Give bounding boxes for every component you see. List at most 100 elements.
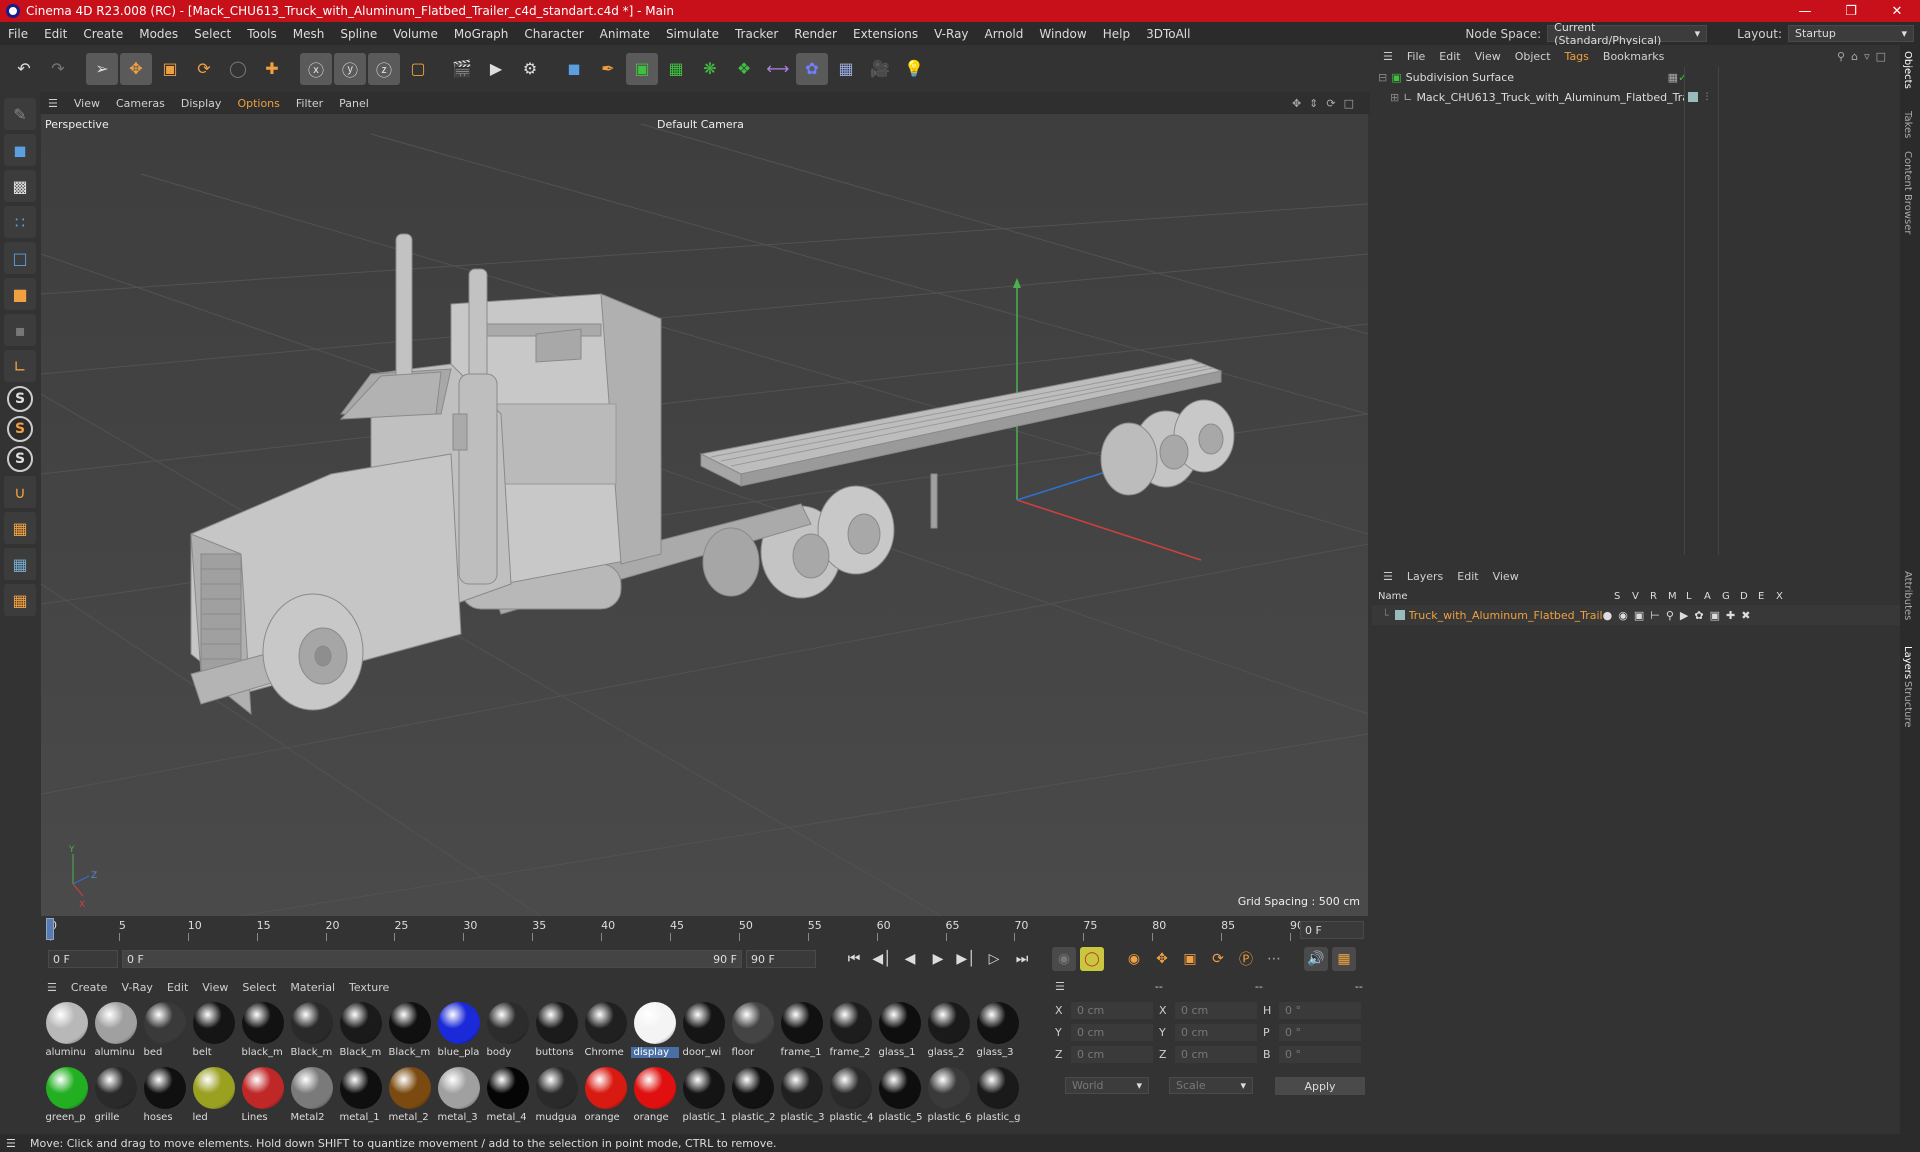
lock-toggle-icon[interactable]: ⚲ [1666, 609, 1680, 622]
dolly-view-icon[interactable]: ⇕ [1309, 97, 1326, 110]
material-swatch[interactable]: glass_2 [924, 1000, 973, 1065]
edges-mode-icon[interactable]: □ [4, 242, 36, 274]
coordinate-value-field[interactable]: 0 cm [1071, 1046, 1153, 1063]
recent-tool-icon[interactable]: ◯ [222, 53, 254, 85]
cloner-icon[interactable]: ❋ [694, 53, 726, 85]
x-axis-lock-icon[interactable]: ⓧ [300, 52, 332, 85]
menu-3dtoall[interactable]: 3DToAll [1138, 27, 1198, 41]
key-scale-icon[interactable]: ▣ [1178, 947, 1202, 971]
coordinate-value-field[interactable]: 0 ° [1279, 1024, 1361, 1041]
manager-toggle-icon[interactable]: ⊢ [1650, 609, 1666, 622]
side-tab[interactable]: Takes [1902, 111, 1913, 138]
material-swatch[interactable]: plastic_6 [924, 1065, 973, 1130]
points-mode-icon[interactable]: ∷ [4, 206, 36, 238]
material-menu-create[interactable]: Create [64, 981, 115, 994]
menu-modes[interactable]: Modes [131, 27, 186, 41]
material-menu-texture[interactable]: Texture [342, 981, 396, 994]
mograph-array-icon[interactable]: ❖ [728, 53, 760, 85]
object-menu-object[interactable]: Object [1508, 50, 1558, 63]
material-swatch[interactable]: blue_pla [434, 1000, 483, 1065]
previous-frame-icon[interactable]: ◀ [898, 947, 922, 971]
extrude-generator-icon[interactable]: ▦ [660, 53, 692, 85]
go-to-start-icon[interactable]: ⏮ [842, 947, 866, 971]
material-swatch[interactable]: hoses [140, 1065, 189, 1130]
field-icon[interactable]: ✿ [796, 52, 828, 85]
object-menu-bookmarks[interactable]: Bookmarks [1596, 50, 1671, 63]
material-swatch[interactable]: glass_1 [875, 1000, 924, 1065]
layer-column-header[interactable]: L [1686, 591, 1704, 602]
material-swatch[interactable]: plastic_g [973, 1065, 1022, 1130]
autokeying-icon[interactable]: ◯ [1080, 947, 1104, 971]
restore-icon[interactable]: ❐ [1828, 4, 1874, 19]
layer-name[interactable]: Truck_with_Aluminum_Flatbed_Trailer [1409, 609, 1603, 622]
menu-tracker[interactable]: Tracker [727, 27, 786, 41]
material-swatch[interactable]: display [630, 1000, 679, 1065]
viewport-menu-cameras[interactable]: Cameras [108, 97, 173, 110]
menu-tools[interactable]: Tools [239, 27, 285, 41]
coordinate-value-field[interactable]: 0 cm [1175, 1002, 1257, 1019]
expand-icon[interactable]: ⊟ [1378, 71, 1387, 84]
undo-icon[interactable]: ↶ [8, 53, 40, 85]
home-icon[interactable]: ⌂ [1851, 50, 1864, 63]
go-to-end-icon[interactable]: ⏭ [1010, 947, 1034, 971]
close-icon[interactable]: ✕ [1874, 4, 1920, 19]
material-swatch[interactable]: floor [728, 1000, 777, 1065]
layer-column-header[interactable]: S [1614, 591, 1632, 602]
material-swatch[interactable]: bed [140, 1000, 189, 1065]
current-frame-field[interactable]: 0 F [1300, 921, 1364, 939]
layer-menu-view[interactable]: View [1486, 570, 1526, 583]
select-cursor-icon[interactable]: ➢ [86, 52, 118, 85]
material-swatch[interactable]: plastic_4 [826, 1065, 875, 1130]
floor-icon[interactable]: ▦ [830, 53, 862, 85]
coordinate-value-field[interactable]: 0 ° [1279, 1046, 1361, 1063]
object-row-truck[interactable]: ⊞ ∟ Mack_CHU613_Truck_with_Aluminum_Flat… [1372, 87, 1900, 107]
grid-snap-icon[interactable]: ▦ [4, 548, 36, 580]
coordinate-value-field[interactable]: 0 cm [1071, 1002, 1153, 1019]
material-swatch[interactable]: plastic_1 [679, 1065, 728, 1130]
menu-select[interactable]: Select [186, 27, 239, 41]
viewport-menu-panel[interactable]: Panel [331, 97, 377, 110]
frame-range-slider[interactable]: 0 F 90 F [122, 950, 742, 968]
layer-menu-layers[interactable]: Layers [1400, 570, 1450, 583]
move-icon[interactable]: ✥ [120, 52, 152, 85]
layer-column-header[interactable]: Name [1378, 591, 1614, 602]
menu-edit[interactable]: Edit [36, 27, 75, 41]
model-mode-icon[interactable]: ◼ [4, 134, 36, 166]
hamburger-menu-icon[interactable]: ☰ [40, 981, 64, 994]
key-position-icon[interactable]: ✥ [1150, 947, 1174, 971]
keyframe-selection-icon[interactable]: ◉ [1122, 947, 1146, 971]
key-parameter-icon[interactable]: Ⓟ [1234, 947, 1258, 971]
material-swatch[interactable]: orange [581, 1065, 630, 1130]
object-menu-tags[interactable]: Tags [1558, 50, 1596, 63]
coordinate-system-icon[interactable]: ▢ [402, 53, 434, 85]
timeline-window-icon[interactable]: ▦ [1332, 947, 1356, 971]
material-swatch[interactable]: metal_4 [483, 1065, 532, 1130]
xref-toggle-icon[interactable]: ✖ [1741, 609, 1756, 622]
menu-simulate[interactable]: Simulate [658, 27, 727, 41]
material-swatch[interactable]: frame_1 [777, 1000, 826, 1065]
object-menu-view[interactable]: View [1468, 50, 1508, 63]
3d-viewport[interactable]: Y Z X Perspective Default Camera Grid Sp… [41, 114, 1368, 916]
material-swatch[interactable]: green_p [42, 1065, 91, 1130]
material-swatch[interactable]: door_wi [679, 1000, 728, 1065]
playhead[interactable] [46, 918, 54, 940]
hamburger-menu-icon[interactable]: ☰ [1376, 570, 1400, 583]
material-swatch[interactable]: metal_3 [434, 1065, 483, 1130]
menu-window[interactable]: Window [1031, 27, 1094, 41]
layer-column-header[interactable]: V [1632, 591, 1650, 602]
material-menu-view[interactable]: View [195, 981, 235, 994]
hamburger-menu-icon[interactable]: ☰ [1055, 980, 1065, 993]
coordinate-value-field[interactable]: 0 cm [1175, 1046, 1257, 1063]
material-swatch[interactable]: Black_m [287, 1000, 336, 1065]
viewport-menu-view[interactable]: View [66, 97, 108, 110]
material-swatch[interactable]: aluminu [91, 1000, 140, 1065]
axis-mode-icon[interactable]: ∟ [4, 350, 36, 382]
menu-create[interactable]: Create [75, 27, 131, 41]
coordinate-space-dropdown[interactable]: World ▾ [1065, 1077, 1149, 1094]
menu-character[interactable]: Character [516, 27, 591, 41]
layer-column-header[interactable]: D [1740, 591, 1758, 602]
menu-extensions[interactable]: Extensions [845, 27, 926, 41]
animation-toggle-icon[interactable]: ▶ [1680, 609, 1694, 622]
material-swatch[interactable]: Chrome [581, 1000, 630, 1065]
solo-toggle-icon[interactable]: ● [1603, 609, 1619, 622]
